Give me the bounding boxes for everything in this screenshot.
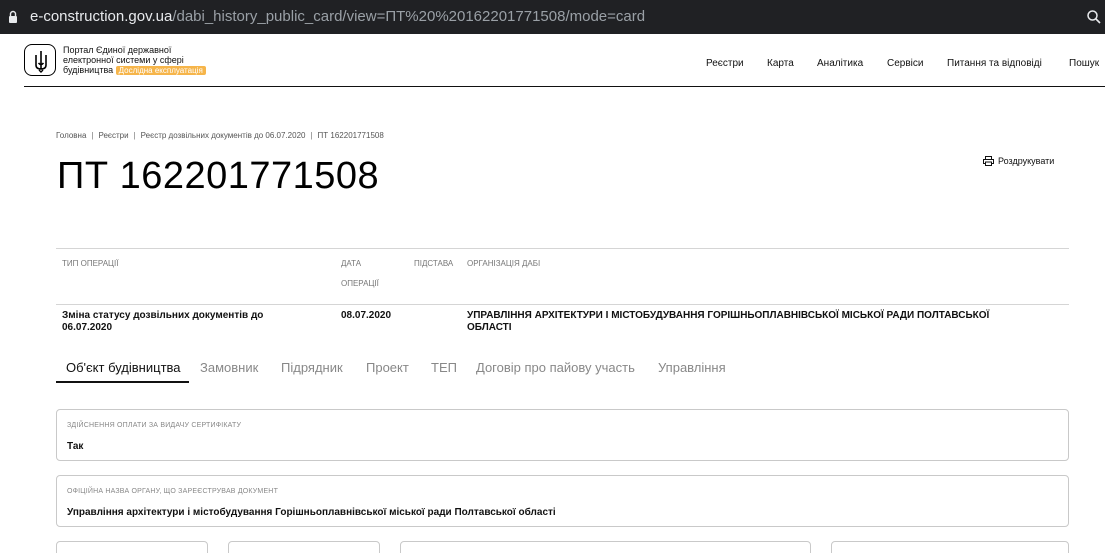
nav-item-faq[interactable]: Питання та відповіді bbox=[947, 58, 1042, 70]
breadcrumb-current: ПТ 162201771508 bbox=[317, 131, 384, 140]
table-divider bbox=[56, 304, 1069, 305]
print-label: Роздрукувати bbox=[998, 156, 1055, 166]
active-tab-indicator bbox=[56, 381, 189, 383]
lock-icon bbox=[9, 10, 17, 23]
field-card bbox=[831, 541, 1069, 553]
brand-line: Портал Єдиної державної bbox=[63, 45, 172, 55]
printer-icon bbox=[983, 156, 994, 166]
field-card bbox=[228, 541, 380, 553]
tab-construction-object[interactable]: Об'єкт будівництва bbox=[66, 360, 181, 375]
cell-dabi-organization: УПРАВЛІННЯ АРХІТЕКТУРИ І МІСТОБУДУВАННЯ … bbox=[467, 310, 1067, 334]
brand-line: електронної системи у сфері bbox=[63, 55, 184, 65]
browser-address-bar[interactable]: e-construction.gov.ua/dabi_history_publi… bbox=[0, 0, 1105, 34]
column-header-org: ОРГАНІЗАЦІЯ ДАБІ bbox=[467, 259, 541, 268]
nav-item-search[interactable]: Пошук bbox=[1069, 58, 1099, 70]
field-certificate-payment: ЗДІЙСНЕННЯ ОПЛАТИ ЗА ВИДАЧУ СЕРТИФІКАТУ … bbox=[56, 409, 1069, 461]
url-text[interactable]: e-construction.gov.ua/dabi_history_publi… bbox=[30, 8, 645, 26]
breadcrumb-registry[interactable]: Реєстр дозвільних документів до 06.07.20… bbox=[141, 131, 306, 140]
breadcrumb-registries[interactable]: Реєстри bbox=[98, 131, 128, 140]
page-title: ПТ 162201771508 bbox=[57, 155, 380, 197]
column-header-basis: ПІДСТАВА bbox=[414, 259, 454, 268]
column-header-date-line: ДАТА bbox=[341, 259, 362, 268]
cell-dabi-organization-line: УПРАВЛІННЯ АРХІТЕКТУРИ І МІСТОБУДУВАННЯ … bbox=[467, 310, 990, 321]
nav-item-map[interactable]: Карта bbox=[767, 58, 794, 70]
zoom-icon[interactable] bbox=[1086, 9, 1102, 25]
tab-management[interactable]: Управління bbox=[658, 360, 726, 375]
breadcrumb-separator: | bbox=[310, 131, 313, 140]
field-card bbox=[400, 541, 811, 553]
breadcrumb-separator: | bbox=[133, 131, 136, 140]
cell-dabi-organization-line: ОБЛАСТІ bbox=[467, 322, 512, 333]
column-header-date: ДАТА ОПЕРАЦІЇ bbox=[341, 254, 379, 294]
nav-item-registries[interactable]: Реєстри bbox=[706, 58, 744, 70]
field-value: Управління архітектури і містобудування … bbox=[67, 507, 556, 518]
logo[interactable] bbox=[24, 44, 56, 76]
cell-operation-type: Зміна статусу дозвільних документів до 0… bbox=[62, 310, 312, 334]
url-path: /dabi_history_public_card/view=ПТ%20%201… bbox=[172, 8, 646, 25]
tab-tep[interactable]: ТЕП bbox=[431, 360, 457, 375]
tab-project[interactable]: Проект bbox=[366, 360, 409, 375]
tab-share-agreement[interactable]: Договір про пайову участь bbox=[476, 360, 635, 375]
cell-operation-date: 08.07.2020 bbox=[341, 310, 392, 321]
url-host: e-construction.gov.ua bbox=[30, 8, 173, 25]
brand-line: будівництва bbox=[63, 65, 114, 75]
nav-item-analytics[interactable]: Аналітика bbox=[817, 58, 863, 70]
portal-brand[interactable]: Портал Єдиної державної електронної сист… bbox=[63, 45, 243, 75]
beta-badge: Дослідна експлуатація bbox=[115, 66, 206, 75]
tab-customer[interactable]: Замовник bbox=[200, 360, 258, 375]
table-divider bbox=[56, 248, 1069, 249]
breadcrumb: Головна | Реєстри | Реєстр дозвільних докуме… bbox=[56, 131, 384, 141]
trident-icon bbox=[35, 51, 47, 73]
print-button[interactable]: Роздрукувати bbox=[983, 155, 1054, 167]
cell-operation-type-line: 06.07.2020 bbox=[62, 322, 113, 333]
field-registering-authority: ОФІЦІЙНА НАЗВА ОРГАНУ, ЩО ЗАРЕЄСТРУВАВ Д… bbox=[56, 475, 1069, 527]
field-value: Так bbox=[67, 441, 84, 452]
breadcrumb-separator: | bbox=[91, 131, 94, 140]
tab-contractor[interactable]: Підрядник bbox=[281, 360, 343, 375]
field-label: ЗДІЙСНЕННЯ ОПЛАТИ ЗА ВИДАЧУ СЕРТИФІКАТУ bbox=[67, 422, 242, 429]
field-label: ОФІЦІЙНА НАЗВА ОРГАНУ, ЩО ЗАРЕЄСТРУВАВ Д… bbox=[67, 488, 279, 495]
nav-item-services[interactable]: Сервіси bbox=[887, 58, 923, 70]
cell-operation-type-line: Зміна статусу дозвільних документів до bbox=[62, 310, 264, 321]
site-header: Портал Єдиної державної електронної сист… bbox=[24, 44, 1105, 87]
column-header-type: ТИП ОПЕРАЦІЇ bbox=[62, 259, 119, 268]
breadcrumb-home[interactable]: Головна bbox=[56, 131, 86, 140]
field-card bbox=[56, 541, 208, 553]
column-header-date-line: ОПЕРАЦІЇ bbox=[341, 279, 379, 288]
